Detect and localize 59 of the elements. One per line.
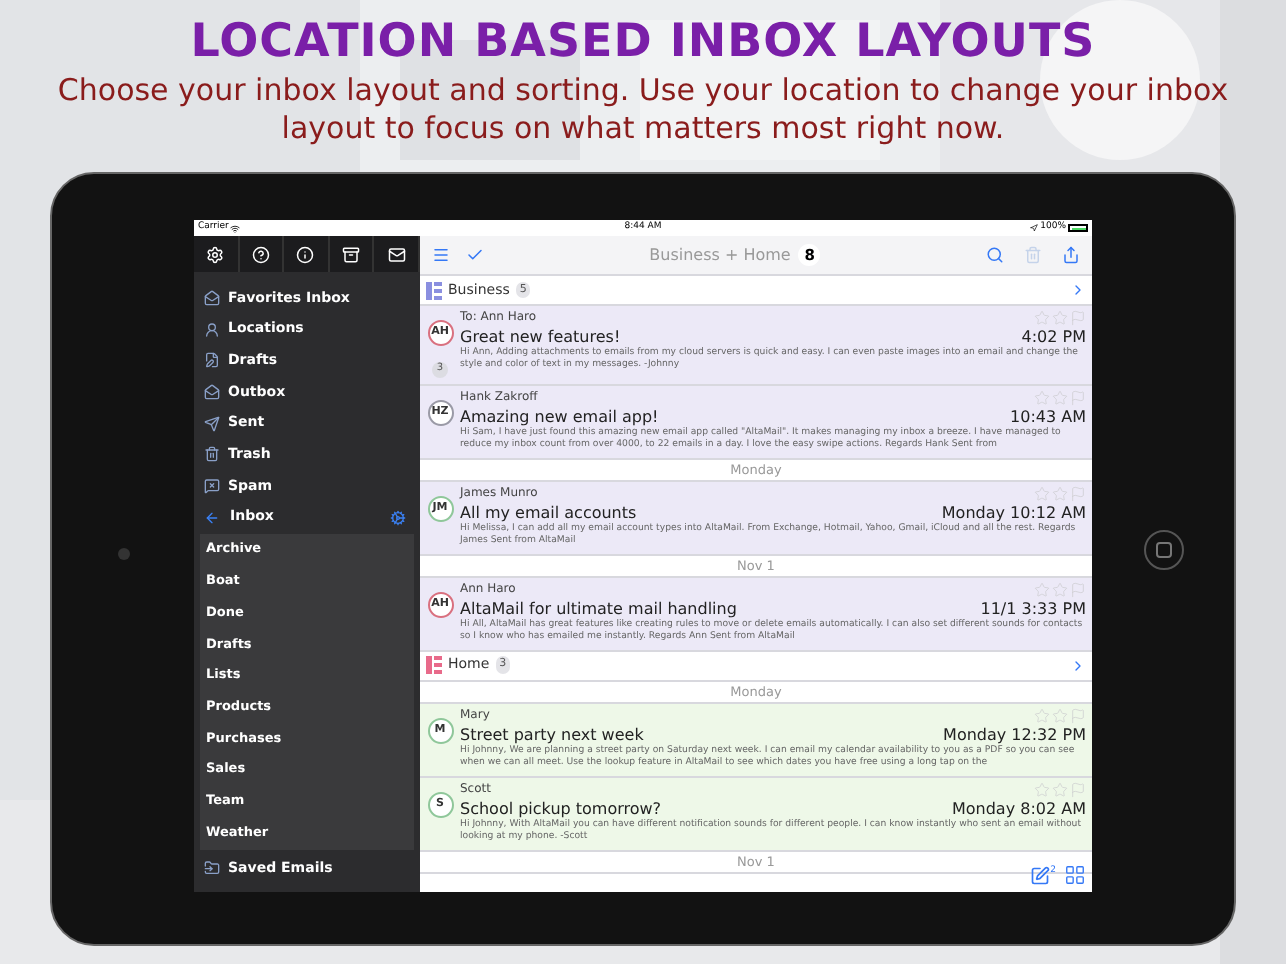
chevron-icon[interactable] xyxy=(1070,657,1086,673)
subject: Great new features! xyxy=(460,326,621,347)
headline: LOCATION BASED INBOX LAYOUTS xyxy=(190,14,1096,72)
star-icon[interactable] xyxy=(1052,781,1068,797)
star-icon[interactable] xyxy=(1052,310,1068,326)
grid-icon[interactable] xyxy=(1064,864,1086,886)
subtitle: Choose your inbox layout and sorting. Use your location to change your inbox layout to focus on what matters most right now. xyxy=(55,72,1231,148)
star-icon[interactable] xyxy=(1034,581,1050,597)
email-row[interactable] xyxy=(420,777,1092,851)
battery-icon xyxy=(1068,224,1088,232)
time: Monday 10:12 AM xyxy=(941,501,1086,523)
menu-icon[interactable] xyxy=(432,246,450,264)
subject: Amazing new email app! xyxy=(460,405,659,427)
share-icon[interactable] xyxy=(1062,246,1080,264)
time: 11/1 3:33 PM xyxy=(980,597,1086,619)
archive-box-icon[interactable] xyxy=(342,245,361,263)
paper-plane-icon xyxy=(204,415,220,432)
star-icon[interactable] xyxy=(1052,485,1068,501)
time: 10:43 AM xyxy=(1010,405,1086,427)
star-icon[interactable] xyxy=(1034,781,1050,797)
time: Monday 12:32 PM xyxy=(943,723,1086,745)
star-icon[interactable] xyxy=(1034,485,1050,501)
speech-bubble-icon xyxy=(204,477,220,494)
folder-icon xyxy=(204,859,220,876)
envelope-icon[interactable] xyxy=(387,245,406,263)
email-row[interactable] xyxy=(420,577,1092,651)
search-icon[interactable] xyxy=(986,246,1004,264)
wifi-icon xyxy=(230,223,241,233)
star-icon[interactable] xyxy=(1052,389,1068,405)
email-row[interactable] xyxy=(420,703,1092,777)
time: Monday 8:02 AM xyxy=(951,797,1086,819)
subject: School pickup tomorrow? xyxy=(460,797,662,819)
help-icon[interactable] xyxy=(251,245,270,263)
subject: Street party next week xyxy=(460,723,644,745)
email-row[interactable] xyxy=(420,385,1092,459)
info-icon[interactable] xyxy=(296,245,315,263)
star-icon[interactable] xyxy=(1034,707,1050,723)
checkmark-icon[interactable] xyxy=(466,246,484,264)
mailbox-title: Business + Home xyxy=(649,243,791,267)
compose-icon[interactable] xyxy=(1030,866,1051,886)
inbox-tray-icon xyxy=(204,383,220,400)
email-row[interactable] xyxy=(420,481,1092,555)
chevron-icon[interactable] xyxy=(1070,282,1086,298)
subject: All my email accounts xyxy=(460,501,637,523)
star-icon[interactable] xyxy=(1052,707,1068,723)
pencil-document-icon xyxy=(204,352,220,369)
back-arrow-icon[interactable] xyxy=(204,509,220,526)
email-row[interactable] xyxy=(420,306,1092,385)
person-icon xyxy=(204,321,220,338)
star-icon[interactable] xyxy=(1034,310,1050,326)
trash-icon xyxy=(204,446,220,463)
home-button[interactable] xyxy=(1143,530,1183,570)
camera-icon xyxy=(117,548,129,560)
inbox-tray-icon xyxy=(204,289,220,306)
star-icon[interactable] xyxy=(1034,389,1050,405)
star-icon[interactable] xyxy=(1052,581,1068,597)
location-icon xyxy=(1030,224,1039,232)
subject: AltaMail for ultimate mail handling xyxy=(460,597,737,619)
time: 4:02 PM xyxy=(1021,326,1086,347)
